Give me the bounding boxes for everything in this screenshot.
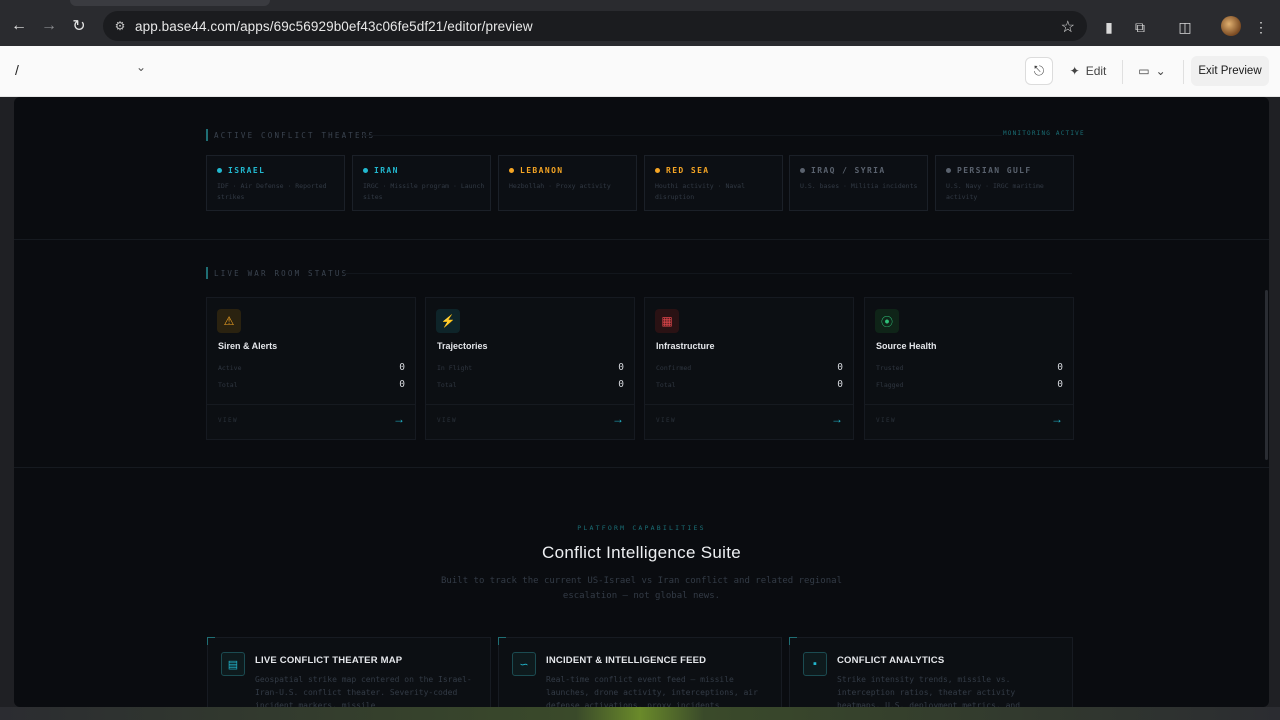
feature-card-analytics[interactable]: ▪ CONFLICT ANALYTICS Strike intensity tr…	[789, 637, 1073, 707]
monitoring-status: MONITORING ACTIVE	[1003, 130, 1085, 137]
status-dot	[509, 168, 514, 173]
theater-card-israel[interactable]: ISRAEL IDF · Air Defense · Reported stri…	[206, 155, 345, 211]
edit-button[interactable]: ✦ Edit	[1066, 57, 1110, 85]
tab-search-icon[interactable]: ◫	[1175, 17, 1195, 37]
extension-icon[interactable]: ▮	[1099, 17, 1119, 37]
feature-card-map[interactable]: ▤ LIVE CONFLICT THEATER MAP Geospatial s…	[207, 637, 491, 707]
scrollbar[interactable]	[1265, 290, 1268, 460]
theaters-section-label: ACTIVE CONFLICT THEATERS	[206, 129, 375, 141]
view-link[interactable]: VIEW	[437, 417, 457, 424]
stat-value: 0	[1057, 379, 1063, 390]
bar-chart-icon: ▪	[803, 652, 827, 676]
arrow-right-icon[interactable]: →	[393, 412, 405, 426]
war-room-card-sirens[interactable]: ⚠ Siren & Alerts Active 0 Total 0 VIEW →	[206, 297, 416, 440]
theater-card-red-sea[interactable]: RED SEA Houthi activity · Naval disrupti…	[644, 155, 783, 211]
cursor-click-icon: ✦	[1069, 64, 1080, 78]
divider	[1183, 60, 1184, 84]
site-settings-icon[interactable]: ⚙	[111, 17, 129, 35]
view-link[interactable]: VIEW	[876, 417, 896, 424]
theater-card-iraq-syria[interactable]: IRAQ / SYRIA U.S. bases · Militia incide…	[789, 155, 928, 211]
bookmark-star-icon[interactable]: ☆	[1061, 17, 1075, 37]
puzzle-icon[interactable]: ⧉	[1130, 17, 1150, 37]
exit-preview-button[interactable]: Exit Preview	[1191, 56, 1269, 86]
stat-value: 0	[399, 379, 405, 390]
war-room-section-label: LIVE WAR ROOM STATUS	[206, 267, 348, 279]
theater-card-persian-gulf[interactable]: PERSIAN GULF U.S. Navy · IRGC maritime a…	[935, 155, 1074, 211]
status-dot	[217, 168, 222, 173]
reload-icon[interactable]: ↻	[64, 11, 94, 41]
alert-triangle-icon: ⚠	[217, 309, 241, 333]
arrow-right-icon[interactable]: →	[1051, 412, 1063, 426]
status-dot	[655, 168, 660, 173]
menu-icon[interactable]: ⋮	[1251, 17, 1271, 37]
stat-value: 0	[618, 379, 624, 390]
section-divider	[14, 467, 1269, 468]
divider	[1122, 60, 1123, 84]
status-dot	[946, 168, 951, 173]
capabilities-title: Conflict Intelligence Suite	[542, 543, 741, 562]
stat-value: 0	[837, 379, 843, 390]
war-room-card-trajectories[interactable]: ⚡ Trajectories In Flight 0 Total 0 VIEW …	[425, 297, 635, 440]
stat-value: 0	[399, 362, 405, 373]
capabilities-subtitle: Built to track the current US-Israel vs …	[441, 576, 842, 601]
war-room-card-infrastructure[interactable]: ▦ Infrastructure Confirmed 0 Total 0 VIE…	[644, 297, 854, 440]
chevron-down-icon[interactable]: ⌄	[136, 60, 146, 74]
arrow-right-icon[interactable]: →	[831, 412, 843, 426]
section-divider	[14, 239, 1269, 240]
profile-avatar[interactable]	[1221, 16, 1241, 36]
back-icon[interactable]: ←	[4, 11, 34, 41]
app-preview: ACTIVE CONFLICT THEATERS MONITORING ACTI…	[14, 97, 1269, 707]
editor-header: / ⌄ ⎋ ✦ Edit ▭ ⌄ Exit Preview	[0, 46, 1280, 97]
building-icon: ▦	[655, 309, 679, 333]
stat-value: 0	[837, 362, 843, 373]
stat-value: 0	[1057, 362, 1063, 373]
zap-icon: ⚡	[436, 309, 460, 333]
feature-card-feed[interactable]: ∽ INCIDENT & INTELLIGENCE FEED Real-time…	[498, 637, 782, 707]
device-selector[interactable]: ▭ ⌄	[1134, 57, 1170, 85]
desktop-wallpaper-strip	[0, 707, 1280, 720]
github-icon[interactable]: ⎋	[1025, 57, 1053, 85]
forward-icon[interactable]: →	[34, 11, 64, 41]
stat-value: 0	[618, 362, 624, 373]
address-bar[interactable]: ⚙ app.base44.com/apps/69c56929b0ef43c06f…	[103, 11, 1087, 41]
capabilities-eyebrow: PLATFORM CAPABILITIES	[577, 524, 706, 532]
chevron-down-icon: ⌄	[1155, 64, 1166, 78]
view-link[interactable]: VIEW	[218, 417, 238, 424]
edit-label: Edit	[1085, 64, 1107, 78]
url-text[interactable]: app.base44.com/apps/69c56929b0ef43c06fe5…	[135, 19, 533, 34]
view-link[interactable]: VIEW	[656, 417, 676, 424]
breadcrumb[interactable]: /	[15, 62, 19, 78]
map-icon: ▤	[221, 652, 245, 676]
radio-signal-icon: ⦿	[875, 309, 899, 333]
theater-card-lebanon[interactable]: LEBANON Hezbollah · Proxy activity	[498, 155, 637, 211]
monitor-icon: ▭	[1138, 64, 1150, 78]
theater-card-iran[interactable]: IRAN IRGC · Missile program · Launch sit…	[352, 155, 491, 211]
arrow-right-icon[interactable]: →	[612, 412, 624, 426]
rss-icon: ∽	[512, 652, 536, 676]
browser-toolbar: ← → ↻ ⚙ app.base44.com/apps/69c56929b0ef…	[0, 6, 1280, 46]
status-dot	[800, 168, 805, 173]
war-room-card-source-health[interactable]: ⦿ Source Health Trusted 0 Flagged 0 VIEW…	[864, 297, 1074, 440]
status-dot	[363, 168, 368, 173]
